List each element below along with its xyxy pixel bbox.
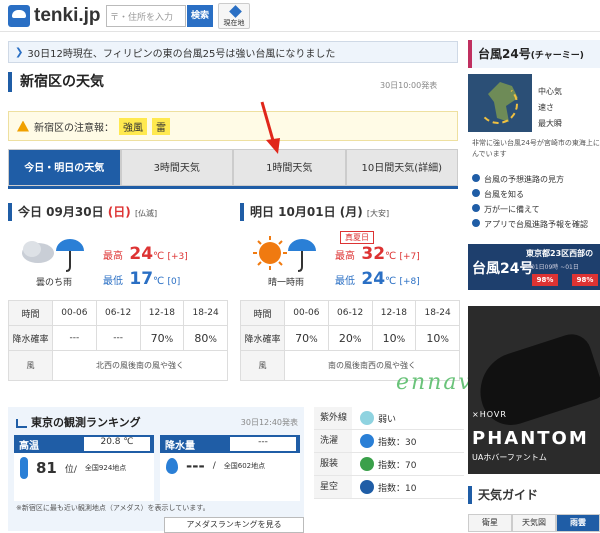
warning-item[interactable]: 強風: [119, 117, 147, 135]
tomorrow-temps: 最高 32℃ [+7] 最低 24℃ [+8]: [335, 244, 420, 289]
typhoon-title[interactable]: 台風24号(チャーミー): [468, 40, 600, 68]
tomorrow-forecast: 明日 10月01日 (月) [大安] 真夏日 晴一時雨 最高 32℃ [+7] …: [240, 203, 460, 289]
typhoon-banner[interactable]: ❯ 30日12時現在、フィリピンの東の台風25号は強い台風になりました: [8, 41, 458, 63]
stars-icon: [360, 480, 374, 494]
banner-text: 30日12時現在、フィリピンの東の台風25号は強い台風になりました: [27, 48, 336, 60]
guide-title: 天気ガイド: [468, 486, 600, 504]
ad-headline: PHANTOM: [472, 428, 589, 449]
logo[interactable]: tenki.jp: [8, 5, 101, 27]
cloudy-then-rain-icon: [22, 239, 84, 272]
typhoon-panel: 台風24号(チャーミー) 中心気 速さ 最大瞬 非常に強い台風24号が宮崎市の東海上…: [468, 40, 600, 229]
chevron-right-icon: ❯: [15, 46, 24, 58]
location-icon: [229, 5, 242, 18]
typhoon-link[interactable]: 万が一に備えて: [472, 202, 588, 217]
warning-item[interactable]: 雷: [152, 117, 170, 135]
tab-10day[interactable]: 10日間天気(詳細): [345, 149, 458, 186]
tab-1hour[interactable]: 1時間天気: [233, 149, 346, 186]
typhoon-text: 非常に強い台風24号が宮崎市の東海上にんでいます: [472, 139, 600, 158]
typhoon-links: 台風の予想進路の見方 台風を知る 万が一に備えて アプリで台風進路予報を確認: [472, 172, 588, 232]
thermometer-icon: [20, 457, 28, 479]
tomorrow-description: 晴一時雨: [267, 278, 304, 288]
location-label: 現在地: [223, 19, 245, 27]
search-button[interactable]: 検索: [187, 5, 213, 27]
typhoon-link[interactable]: 台風を知る: [472, 187, 588, 202]
ranking-precipitation[interactable]: 降水量 --- --- / 全国602地点: [160, 435, 300, 501]
index-stars[interactable]: 星空 指数：10: [314, 476, 464, 499]
index-laundry[interactable]: 洗濯 指数：30: [314, 430, 464, 453]
today-forecast: 今日 09月30日 (日) [仏滅] 曇のち雨 最高 24℃ [+3] 最低 1…: [8, 203, 228, 289]
tomorrow-heading: 明日 10月01日 (月) [大安]: [240, 203, 460, 221]
forecast-timestamp: 30日10:00発表: [380, 81, 438, 90]
warning-notice: 新宿区の注意報： 強風 雷: [8, 111, 458, 141]
uv-icon: [360, 411, 374, 425]
sunny-with-rain-icon: [253, 236, 316, 272]
clothing-icon: [360, 457, 374, 471]
red-arrow-icon: [260, 101, 280, 154]
logo-text: tenki.jp: [34, 5, 101, 26]
ranking-title: 東京の観測ランキング: [16, 414, 141, 430]
observation-ranking: 東京の観測ランキング 30日12:40発表 高温 20.8 ℃ 81 位/全国924…: [8, 407, 304, 533]
ranking-high-temp[interactable]: 高温 20.8 ℃ 81 位/全国924地点: [14, 435, 154, 501]
tab-today-tomorrow[interactable]: 今日・明日の天気: [8, 149, 121, 186]
typhoon-promo[interactable]: 台風24号 東京都23区西部の ~01日09時 ~01日 98% 98%: [468, 244, 600, 290]
ad-logo: ⨯HOVR: [472, 410, 507, 419]
weather-guide: 天気ガイド 衛星 天気図 雨雲: [468, 486, 600, 532]
raindrop-icon: [166, 458, 178, 474]
today-temps: 最高 24℃ [+3] 最低 17℃ [0]: [103, 244, 188, 289]
today-description: 曇のち雨: [35, 278, 72, 288]
typhoon-map[interactable]: [468, 74, 532, 132]
tab-3hour[interactable]: 3時間天気: [120, 149, 233, 186]
tab-satellite[interactable]: 衛星: [468, 514, 512, 532]
ranking-icon: [16, 418, 27, 428]
search-input[interactable]: 〒・住所を入力: [106, 5, 186, 27]
tab-weather-map[interactable]: 天気図: [512, 514, 556, 532]
logo-icon: [8, 5, 30, 27]
index-clothing[interactable]: 服装 指数：70: [314, 453, 464, 476]
warning-icon: [17, 120, 29, 132]
tomorrow-precip-table: 時間 00-06 06-12 12-18 18-24 降水確率 70% 20% 10% …: [240, 300, 460, 381]
ranking-note: ※新宿区に最も近い観測地点（アメダス）を表示しています。: [16, 504, 210, 512]
typhoon-link[interactable]: 台風の予想進路の見方: [472, 172, 588, 187]
laundry-icon: [360, 434, 374, 448]
header: tenki.jp 〒・住所を入力 検索 現在地: [0, 0, 600, 32]
ad-subtitle: UAホバーファントム: [472, 453, 547, 462]
ranking-timestamp: 30日12:40発表: [240, 418, 298, 427]
warning-label: 新宿区の注意報：: [34, 122, 114, 134]
typhoon-link[interactable]: アプリで台風進路予報を確認: [472, 217, 588, 232]
index-uv[interactable]: 紫外線 弱い: [314, 407, 464, 430]
typhoon-fields: 中心気 速さ 最大瞬: [538, 87, 562, 128]
tab-rain-cloud[interactable]: 雨雲: [556, 514, 600, 532]
location-button[interactable]: 現在地: [218, 3, 250, 29]
page-title: 新宿区の天気: [8, 72, 104, 92]
forecast-tabs: 今日・明日の天気 3時間天気 1時間天気 10日間天気(詳細): [8, 149, 458, 189]
shoe-advertisement[interactable]: ⨯HOVR PHANTOM UAホバーファントム: [468, 306, 600, 474]
today-precip-table: 時間 00-06 06-12 12-18 18-24 降水確率 --- --- 70% …: [8, 300, 228, 381]
today-heading: 今日 09月30日 (日) [仏滅]: [8, 203, 228, 221]
weather-indices: 紫外線 弱い 洗濯 指数：30 服装 指数：70 星空 指数：10: [314, 407, 464, 531]
